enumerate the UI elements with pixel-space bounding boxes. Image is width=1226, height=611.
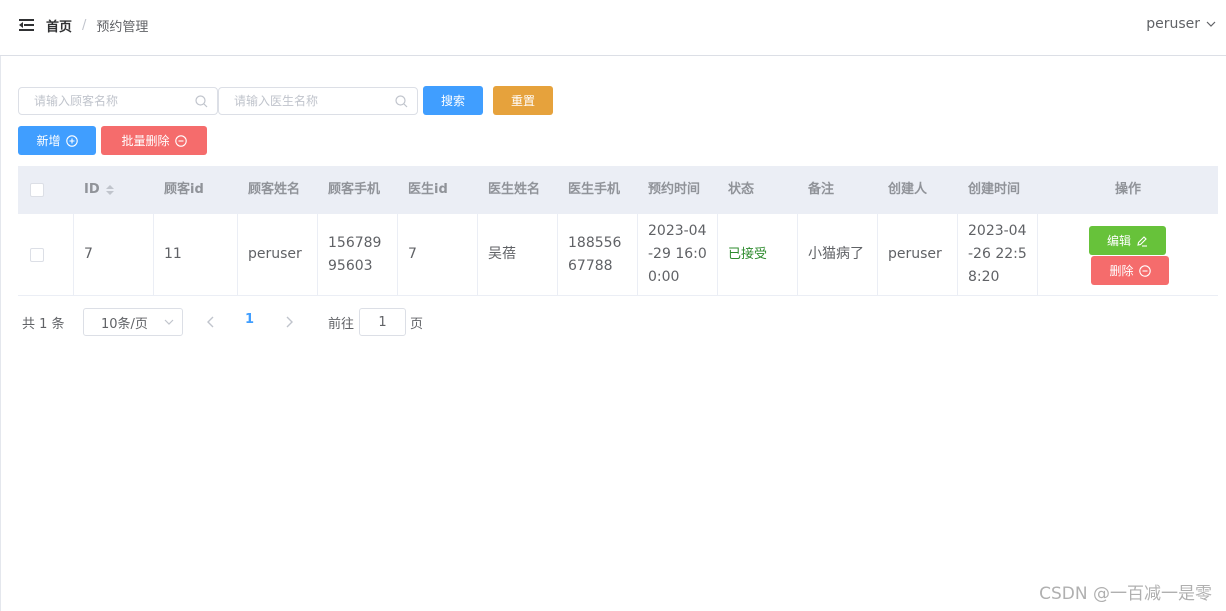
search-button[interactable]: 搜索 xyxy=(423,86,483,115)
cell-doctor-name: 吴蓓 xyxy=(478,214,558,295)
batch-delete-label: 批量删除 xyxy=(121,134,170,148)
header-select-all xyxy=(18,166,74,213)
header-doctor-phone: 医生手机 xyxy=(568,182,621,197)
chevron-left-icon[interactable] xyxy=(207,316,215,328)
goto-page-input[interactable] xyxy=(359,308,406,336)
cell-appointment-time: 2023-04-29 16:00:00 xyxy=(638,214,718,295)
operation-buttons: 编辑 删除 xyxy=(1038,214,1218,295)
header-customer-phone: 顾客手机 xyxy=(328,182,381,197)
circle-minus-icon xyxy=(1138,264,1151,277)
select-all-checkbox[interactable] xyxy=(30,182,44,197)
appointment-table: ID 顾客id 顾客姓名 顾客手机 医生id 医生姓名 医生手机 预约时间 状态… xyxy=(18,166,1218,296)
cell-doctor-id: 7 xyxy=(398,214,478,295)
delete-button[interactable]: 删除 xyxy=(1091,256,1169,285)
header-id[interactable]: ID xyxy=(74,166,154,213)
status-badge: 已接受 xyxy=(728,247,768,262)
chevron-down-icon xyxy=(1206,21,1216,27)
table-header-row: ID 顾客id 顾客姓名 顾客手机 医生id 医生姓名 医生手机 预约时间 状态… xyxy=(18,166,1218,214)
search-icon xyxy=(395,95,408,108)
cell-status: 已接受 xyxy=(718,214,798,295)
header-customer-name: 顾客姓名 xyxy=(248,182,301,197)
cell-customer-phone: 15678995603 xyxy=(318,214,398,295)
edit-button[interactable]: 编辑 xyxy=(1089,226,1166,255)
chevron-right-icon[interactable] xyxy=(285,316,293,328)
cell-creator: peruser xyxy=(878,214,958,295)
doctor-search-field xyxy=(218,87,418,115)
add-button-label: 新增 xyxy=(36,134,61,148)
header-appointment-time: 预约时间 xyxy=(648,182,701,197)
cell-doctor-phone: 18855667788 xyxy=(558,214,638,295)
delete-button-label: 删除 xyxy=(1109,264,1134,278)
header-remark: 备注 xyxy=(808,182,835,197)
header-creator: 创建人 xyxy=(888,182,928,197)
cell-created-time: 2023-04-26 22:58:20 xyxy=(958,214,1038,295)
row-select-cell xyxy=(18,214,74,295)
table-row: 7 11 peruser 15678995603 7 吴蓓 1885566778… xyxy=(18,214,1218,296)
edit-button-label: 编辑 xyxy=(1106,234,1131,248)
header-id-label: ID xyxy=(84,182,100,197)
cell-operations: 编辑 删除 xyxy=(1038,214,1218,295)
header-doctor-name: 医生姓名 xyxy=(488,182,541,197)
page-size-value: 10条/页 xyxy=(101,316,148,332)
breadcrumb-current: 预约管理 xyxy=(96,20,149,35)
cell-customer-id: 11 xyxy=(154,214,238,295)
top-bar: 首页 / 预约管理 peruser xyxy=(0,0,1226,56)
circle-plus-icon xyxy=(65,134,78,147)
header-doctor-id: 医生id xyxy=(408,182,448,197)
page-number-current[interactable]: 1 xyxy=(245,312,254,327)
goto-label: 前往 xyxy=(328,317,355,332)
circle-minus-icon xyxy=(174,134,187,147)
breadcrumb: 首页 / 预约管理 xyxy=(46,16,148,35)
customer-search-field xyxy=(18,87,218,115)
header-customer-id: 顾客id xyxy=(164,182,204,197)
header-status: 状态 xyxy=(728,182,755,197)
chevron-down-icon xyxy=(164,319,174,325)
batch-delete-button[interactable]: 批量删除 xyxy=(101,126,207,155)
doctor-search-input[interactable] xyxy=(219,88,417,114)
header-operations: 操作 xyxy=(1114,182,1141,197)
reset-button[interactable]: 重置 xyxy=(493,86,553,115)
user-name: peruser xyxy=(1146,16,1200,32)
watermark: CSDN @一百减一是零 xyxy=(1039,584,1212,604)
page-suffix-label: 页 xyxy=(410,317,424,332)
search-icon xyxy=(195,95,208,108)
cell-remark: 小猫病了 xyxy=(798,214,878,295)
sort-caret-icon[interactable] xyxy=(105,184,114,195)
page-size-select[interactable]: 10条/页 xyxy=(83,308,183,336)
row-checkbox[interactable] xyxy=(30,247,44,262)
sidebar-border xyxy=(0,56,1,611)
menu-fold-icon[interactable] xyxy=(19,18,34,32)
cell-customer-name: peruser xyxy=(238,214,318,295)
add-button[interactable]: 新增 xyxy=(18,126,96,155)
breadcrumb-separator: / xyxy=(82,18,87,33)
customer-search-input[interactable] xyxy=(19,88,217,114)
cell-id: 7 xyxy=(74,214,154,295)
breadcrumb-home[interactable]: 首页 xyxy=(46,16,72,35)
pagination-total: 共 1 条 xyxy=(22,316,65,332)
user-dropdown[interactable]: peruser xyxy=(1146,16,1216,32)
header-created-time: 创建时间 xyxy=(968,182,1021,197)
edit-icon xyxy=(1137,235,1147,247)
